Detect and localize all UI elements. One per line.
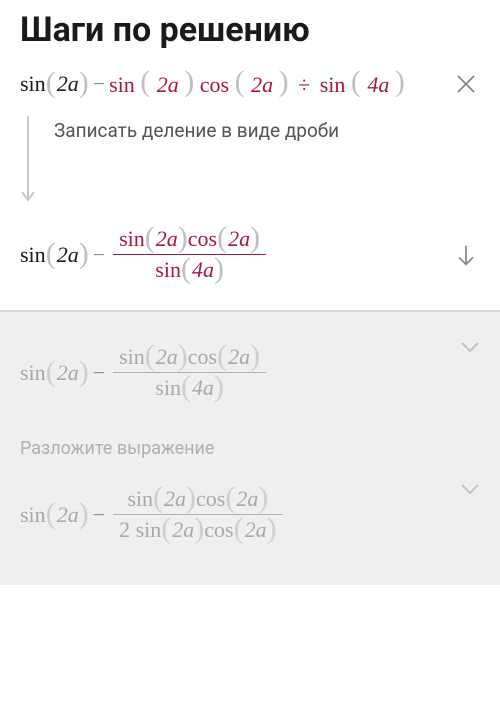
cos-fn: cos [204,517,233,543]
result-expression: sin ( 2a ) − sin ( 2a ) cos ( 2a ) sin [20,224,270,285]
arg: 2a [56,71,79,97]
arg: 4a [191,375,214,401]
close-icon[interactable] [452,70,480,98]
page-title: Шаги по решению [20,10,480,50]
lparen-icon: ( [181,375,191,399]
arg: 2a [163,486,186,512]
rparen-icon: ) [79,71,89,95]
lparen-icon: ( [161,517,171,541]
rparen-icon: ) [267,517,277,541]
sin-fn: sin [155,257,181,283]
faded-hint: Разложите выражение [0,413,500,474]
cos-fn: cos [188,226,217,252]
rparen-icon: ) [214,257,224,281]
lparen-icon: ( [217,344,227,368]
rparen-icon: ) [395,65,405,98]
arg: 2a [156,72,179,97]
header: Шаги по решению [0,0,500,70]
faded-step-2[interactable]: sin ( 2a ) − sin ( 2a ) cos ( 2a ) 2 sin [0,474,500,555]
arg: 2a [155,344,178,370]
arg: 2a [250,72,273,97]
rparen-icon: ) [258,486,268,510]
minus-op: − [89,242,109,268]
arg: 4a [366,72,389,97]
sin-fn: sin [109,72,135,97]
rparen-icon: ) [178,226,188,250]
arrow-down-icon[interactable] [452,241,480,269]
div-op: ÷ [294,72,314,97]
sin-fn: sin [20,242,46,268]
solution-step: sin ( 2a ) − sin ( 2a ) cos ( 2a ) ÷ sin… [0,70,500,310]
sin-fn: sin [119,226,145,252]
arg: 2a [171,517,194,543]
hint-row: Записать деление в виде дроби [20,98,480,224]
arg: 2a [56,242,79,268]
rparen-icon: ) [79,242,89,266]
input-expression: sin ( 2a ) − sin ( 2a ) cos ( 2a ) ÷ sin… [20,71,405,98]
lparen-icon: ( [217,226,227,250]
arg: 2a [56,360,79,386]
faded-step-1[interactable]: sin ( 2a ) − sin ( 2a ) cos ( 2a ) sin [0,312,500,413]
lparen-icon: ( [145,226,155,250]
rparen-icon: ) [178,344,188,368]
cos-fn: cos [200,72,229,97]
rparen-icon: ) [279,65,289,98]
sin-fn: sin [320,72,346,97]
lparen-icon: ( [225,486,235,510]
fraction: sin ( 2a ) cos ( 2a ) 2 sin ( 2a ) cos ( [113,484,283,545]
faded-expression: sin ( 2a ) − sin ( 2a ) cos ( 2a ) sin [20,342,480,403]
hint-text: Записать деление в виде дроби [54,116,339,145]
lparen-icon: ( [46,502,56,526]
rparen-icon: ) [250,226,260,250]
sin-fn: sin [20,71,46,97]
minus-op: − [89,502,109,528]
cos-fn: cos [196,486,225,512]
rparen-icon: ) [79,360,89,384]
arg: 4a [191,257,214,283]
lparen-icon: ( [145,344,155,368]
sin-fn: sin [155,375,181,401]
rparen-icon: ) [186,486,196,510]
lparen-icon: ( [181,257,191,281]
rparen-icon: ) [184,65,194,98]
input-expression-row: sin ( 2a ) − sin ( 2a ) cos ( 2a ) ÷ sin… [20,70,480,98]
denom-prefix: 2 sin [119,517,161,543]
arg: 2a [244,517,267,543]
arg: 2a [235,486,258,512]
result-expression-row: sin ( 2a ) − sin ( 2a ) cos ( 2a ) sin [20,224,480,285]
sin-fn: sin [20,502,46,528]
chevron-down-icon[interactable] [460,340,480,354]
arg: 2a [227,226,250,252]
faded-expression: sin ( 2a ) − sin ( 2a ) cos ( 2a ) 2 sin [20,484,480,545]
rparen-icon: ) [214,375,224,399]
sin-fn: sin [20,360,46,386]
lparen-icon: ( [140,65,150,98]
sin-fn: sin [119,344,145,370]
minus-op: − [89,360,109,386]
upcoming-steps: sin ( 2a ) − sin ( 2a ) cos ( 2a ) sin [0,312,500,585]
arg: 2a [227,344,250,370]
lparen-icon: ( [46,360,56,384]
rparen-icon: ) [79,502,89,526]
lparen-icon: ( [46,71,56,95]
minus-op: − [89,71,109,97]
cos-fn: cos [188,344,217,370]
fraction: sin ( 2a ) cos ( 2a ) sin ( 4a ) [113,224,266,285]
lparen-icon: ( [153,486,163,510]
arg: 2a [56,502,79,528]
fraction: sin ( 2a ) cos ( 2a ) sin ( 4a ) [113,342,266,403]
sin-fn: sin [127,486,153,512]
lparen-icon: ( [234,517,244,541]
chevron-down-icon[interactable] [460,482,480,496]
flow-arrow-icon [20,116,36,206]
rparen-icon: ) [250,344,260,368]
lparen-icon: ( [351,65,361,98]
arg: 2a [155,226,178,252]
lparen-icon: ( [46,242,56,266]
rparen-icon: ) [194,517,204,541]
lparen-icon: ( [235,65,245,98]
